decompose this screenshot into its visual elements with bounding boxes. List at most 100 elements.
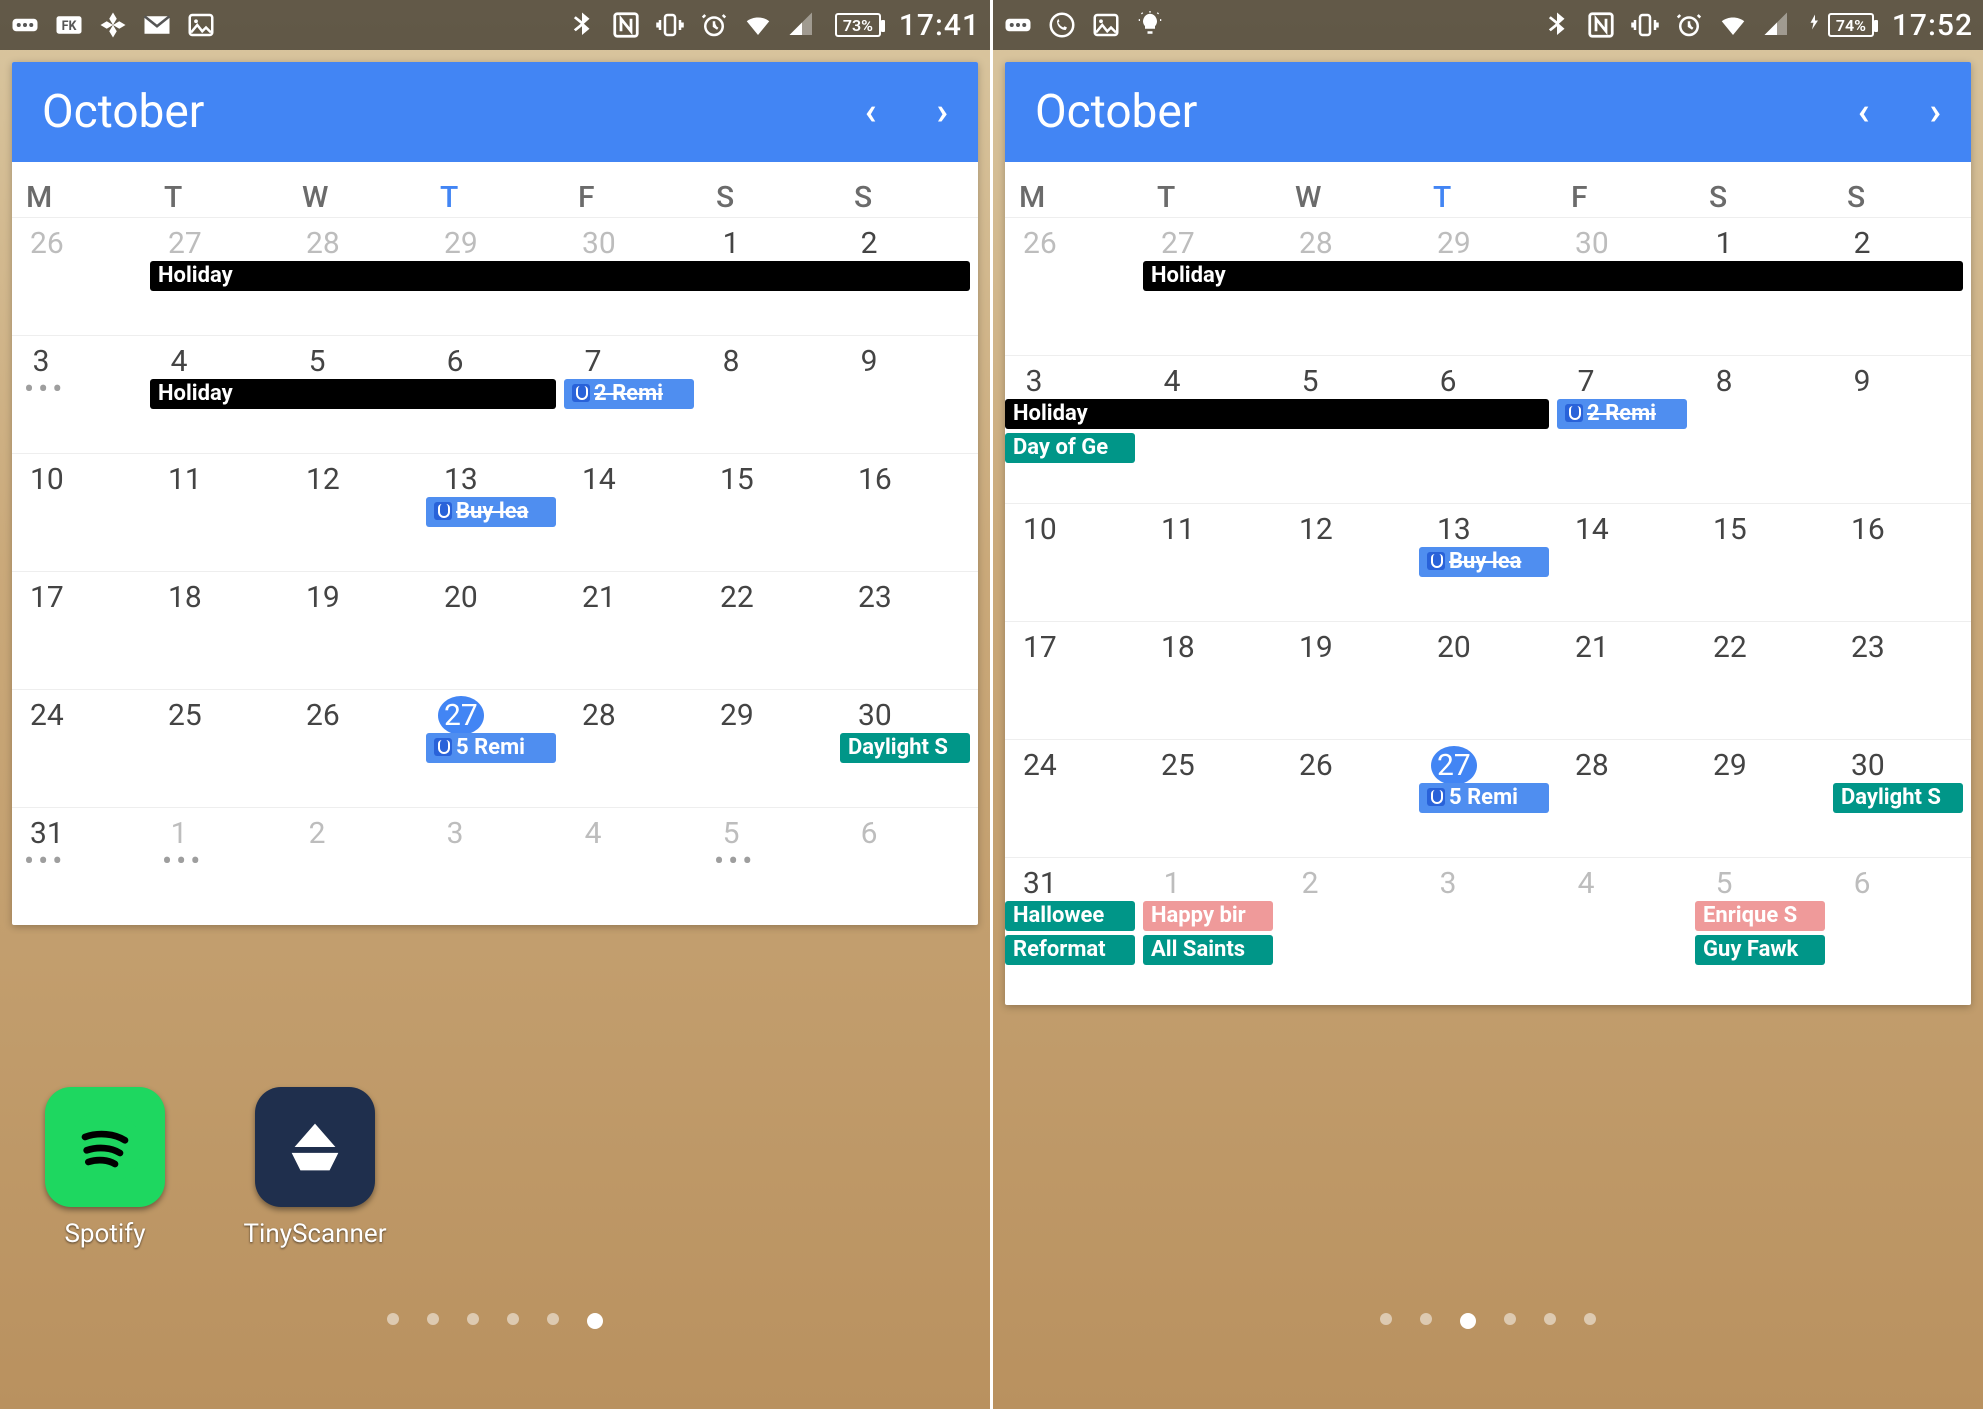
event-chip[interactable]: Holiday [150, 261, 970, 291]
day-cell[interactable]: 8 [1695, 355, 1833, 503]
day-cell[interactable]: 6 [1419, 355, 1557, 503]
event-chip[interactable]: All Saints [1143, 935, 1273, 965]
calendar-header[interactable]: October ‹ › [12, 62, 978, 162]
pager-dot[interactable] [1584, 1313, 1596, 1325]
day-cell[interactable]: 24 [1005, 739, 1143, 857]
day-cell[interactable]: 2 [288, 807, 426, 925]
day-cell[interactable]: 15 [1695, 503, 1833, 621]
day-cell[interactable]: 6 [840, 807, 978, 925]
event-chip[interactable]: Daylight S [840, 733, 970, 763]
event-chip[interactable]: Daylight S [1833, 783, 1963, 813]
event-chip[interactable]: Day of Ge [1005, 433, 1135, 463]
day-cell[interactable]: 10 [1005, 503, 1143, 621]
day-cell[interactable]: 25 [150, 689, 288, 807]
day-cell[interactable]: 11 [1143, 503, 1281, 621]
day-cell[interactable]: 5••• [702, 807, 840, 925]
day-cell[interactable]: 9 [1833, 355, 1971, 503]
day-cell[interactable]: 26 [1281, 739, 1419, 857]
calendar-header[interactable]: October ‹ › [1005, 62, 1971, 162]
app-tinyscanner[interactable]: TinyScanner [240, 1087, 390, 1249]
day-cell[interactable]: 28 [1557, 739, 1695, 857]
day-cell[interactable]: 26 [1005, 217, 1143, 355]
event-chip[interactable]: Reformat [1005, 935, 1135, 965]
event-chip[interactable]: Holiday [1143, 261, 1963, 291]
day-cell[interactable]: 4 [1143, 355, 1281, 503]
day-cell[interactable]: 31••• [12, 807, 150, 925]
day-cell[interactable]: 22 [702, 571, 840, 689]
day-cell[interactable]: 18 [1143, 621, 1281, 739]
day-cell[interactable]: 18 [150, 571, 288, 689]
day-cell[interactable]: 19 [1281, 621, 1419, 739]
day-cell[interactable]: 29 [702, 689, 840, 807]
day-cell[interactable]: 12 [1281, 503, 1419, 621]
overflow-dots-icon[interactable]: ••• [24, 855, 146, 869]
pager-dot[interactable] [467, 1313, 479, 1325]
day-cell[interactable]: 20 [1419, 621, 1557, 739]
day-cell[interactable]: 14 [1557, 503, 1695, 621]
day-cell[interactable]: 25 [1143, 739, 1281, 857]
day-cell[interactable]: 5 [1281, 355, 1419, 503]
day-cell[interactable]: 1••• [150, 807, 288, 925]
day-cell[interactable]: 21 [1557, 621, 1695, 739]
day-cell[interactable]: 31 [1005, 857, 1143, 1005]
prev-month-button[interactable]: ‹ [865, 90, 877, 134]
day-cell[interactable]: 10 [12, 453, 150, 571]
event-chip[interactable]: 5 Remi [1419, 783, 1549, 813]
next-month-button[interactable]: › [1930, 90, 1942, 134]
event-chip[interactable]: 2 Remi [564, 379, 694, 409]
day-cell[interactable]: 17 [1005, 621, 1143, 739]
pager-dot[interactable] [1380, 1313, 1392, 1325]
event-chip[interactable]: Buy lea [1419, 547, 1549, 577]
day-cell[interactable]: 5 [1695, 857, 1833, 1005]
day-cell[interactable]: 24 [12, 689, 150, 807]
app-spotify[interactable]: Spotify [30, 1087, 180, 1249]
pager-dot[interactable] [427, 1313, 439, 1325]
day-cell[interactable]: 4 [1557, 857, 1695, 1005]
day-cell[interactable]: 28 [564, 689, 702, 807]
day-cell[interactable]: 14 [564, 453, 702, 571]
day-cell[interactable]: 23 [1833, 621, 1971, 739]
event-chip[interactable]: Buy lea [426, 497, 556, 527]
day-cell[interactable]: 22 [1695, 621, 1833, 739]
event-chip[interactable]: 5 Remi [426, 733, 556, 763]
next-month-button[interactable]: › [937, 90, 949, 134]
day-cell[interactable]: 9 [840, 335, 978, 453]
overflow-dots-icon[interactable]: ••• [24, 383, 146, 397]
pager-dot[interactable] [547, 1313, 559, 1325]
day-cell[interactable]: 29 [1695, 739, 1833, 857]
day-cell[interactable]: 19 [288, 571, 426, 689]
event-chip[interactable]: Guy Fawk [1695, 935, 1825, 965]
day-cell[interactable]: 17 [12, 571, 150, 689]
day-cell[interactable]: 20 [426, 571, 564, 689]
pager-dot[interactable] [587, 1313, 603, 1329]
day-cell[interactable]: 3••• [12, 335, 150, 453]
day-cell[interactable]: 23 [840, 571, 978, 689]
event-chip[interactable]: Holiday [150, 379, 556, 409]
prev-month-button[interactable]: ‹ [1858, 90, 1870, 134]
day-cell[interactable]: 3 [1005, 355, 1143, 503]
page-indicator[interactable] [993, 1313, 1983, 1329]
day-cell[interactable]: 3 [426, 807, 564, 925]
day-cell[interactable]: 21 [564, 571, 702, 689]
event-chip[interactable]: 2 Remi [1557, 399, 1687, 429]
event-chip[interactable]: Hallowee [1005, 901, 1135, 931]
day-cell[interactable]: 6 [1833, 857, 1971, 1005]
event-chip[interactable]: Holiday [1005, 399, 1549, 429]
day-cell[interactable]: 4 [564, 807, 702, 925]
pager-dot[interactable] [1544, 1313, 1556, 1325]
overflow-dots-icon[interactable]: ••• [162, 855, 284, 869]
day-cell[interactable]: 7 [1557, 355, 1695, 503]
page-indicator[interactable] [0, 1313, 990, 1329]
day-cell[interactable]: 26 [288, 689, 426, 807]
day-cell[interactable]: 8 [702, 335, 840, 453]
pager-dot[interactable] [507, 1313, 519, 1325]
pager-dot[interactable] [1460, 1313, 1476, 1329]
day-cell[interactable]: 3 [1419, 857, 1557, 1005]
event-chip[interactable]: Enrique S [1695, 901, 1825, 931]
day-cell[interactable]: 1 [1143, 857, 1281, 1005]
pager-dot[interactable] [1420, 1313, 1432, 1325]
day-cell[interactable]: 2 [1281, 857, 1419, 1005]
day-cell[interactable]: 12 [288, 453, 426, 571]
day-cell[interactable]: 11 [150, 453, 288, 571]
pager-dot[interactable] [387, 1313, 399, 1325]
